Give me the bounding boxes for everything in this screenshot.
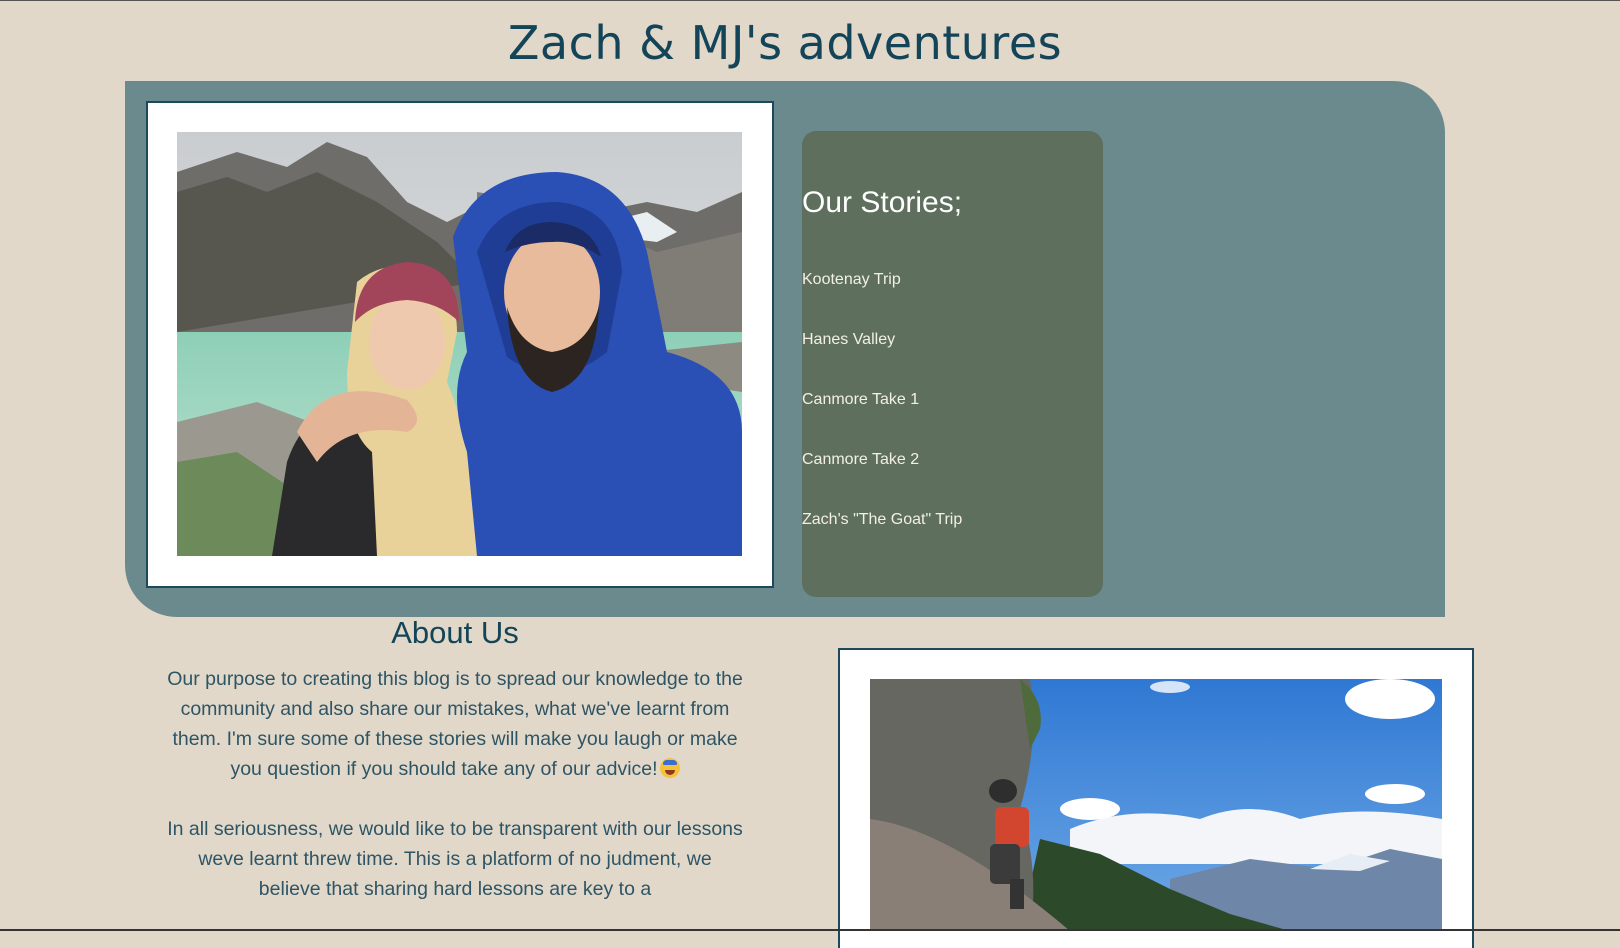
about-paragraph: Our purpose to creating this blog is to … bbox=[165, 664, 745, 784]
grinning-sweat-emoji-icon bbox=[659, 758, 680, 778]
top-border bbox=[0, 0, 1620, 1]
story-link-kootenay-trip[interactable]: Kootenay Trip bbox=[802, 271, 901, 289]
story-link-the-goat-trip[interactable]: Zach's "The Goat" Trip bbox=[802, 511, 962, 529]
story-link-hanes-valley[interactable]: Hanes Valley bbox=[802, 331, 895, 349]
couple-selfie-photo bbox=[177, 132, 742, 556]
story-link-canmore-take-1[interactable]: Canmore Take 1 bbox=[802, 391, 919, 409]
about-text: Our purpose to creating this blog is to … bbox=[165, 664, 745, 934]
story-link-canmore-take-2[interactable]: Canmore Take 2 bbox=[802, 451, 919, 469]
stories-heading: Our Stories; bbox=[802, 186, 963, 219]
site-title: Zach & MJ's adventures bbox=[507, 16, 1063, 70]
about-heading: About Us bbox=[391, 615, 519, 650]
about-paragraph-1-text: Our purpose to creating this blog is to … bbox=[167, 668, 743, 780]
climbing-photo bbox=[870, 679, 1442, 931]
about-paragraph-2: In all seriousness, we would like to be … bbox=[167, 818, 743, 900]
